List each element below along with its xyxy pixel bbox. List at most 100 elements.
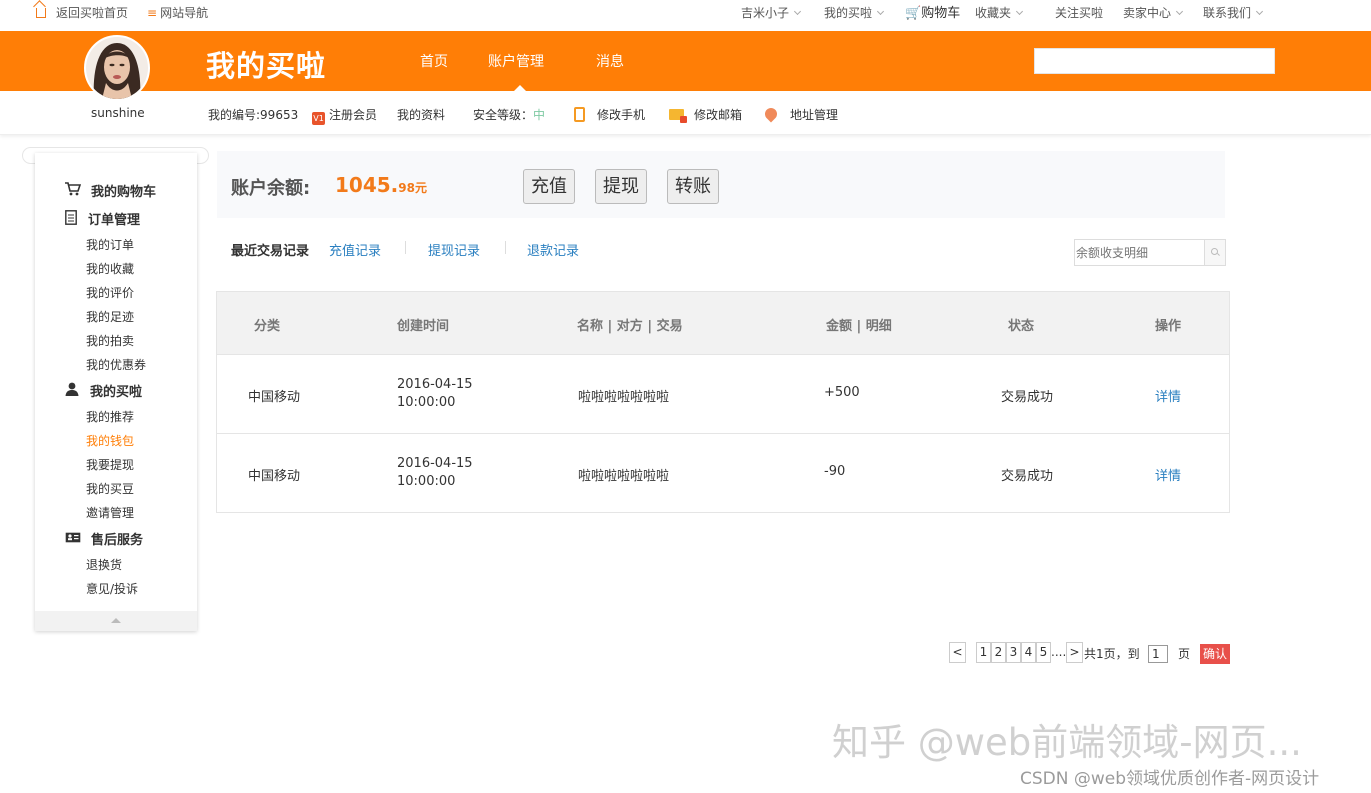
sidebar-group-aftersale[interactable]: 售后服务 — [65, 529, 143, 548]
brand-title: 我的买啦 — [206, 49, 327, 83]
cart-icon: 🛒 — [905, 6, 922, 21]
sidebar-group-cart[interactable]: 我的购物车 — [65, 181, 156, 200]
address-link[interactable]: 地址管理 — [762, 105, 838, 123]
cell-time: 2016-04-15 10:00:00 — [397, 456, 473, 489]
pagination-page-input[interactable]: 1 — [1148, 645, 1168, 663]
sidebar-item-coupons[interactable]: 我的优惠券 — [86, 356, 146, 373]
cell-name: 啦啦啦啦啦啦啦 — [578, 390, 670, 405]
sidebar-item-orders[interactable]: 我的订单 — [86, 236, 134, 253]
main-header: 我的买啦 首页 账户管理 消息 — [0, 31, 1371, 91]
sidebar-item-withdraw[interactable]: 我要提现 — [86, 456, 134, 473]
records-search-input[interactable] — [1075, 240, 1205, 265]
nav-home[interactable]: 首页 — [420, 51, 448, 71]
watermark-sub: CSDN @web领域优质创作者-网页设计 — [1020, 769, 1320, 789]
table-row: 中国移动 2016-04-15 10:00:00 啦啦啦啦啦啦啦 -90 交易成功… — [217, 434, 1229, 513]
sidebar-item-footprint[interactable]: 我的足迹 — [86, 308, 134, 325]
username: sunshine — [91, 106, 145, 120]
nav-account[interactable]: 账户管理 — [488, 51, 544, 71]
table-row: 中国移动 2016-04-15 10:00:00 啦啦啦啦啦啦啦 +500 交易成… — [217, 355, 1229, 434]
column-header-category: 分类 — [254, 319, 281, 334]
header-search-input[interactable] — [1034, 48, 1275, 74]
balance-panel: 账户余额: 1045.98元 充值 提现 转账 — [217, 151, 1225, 218]
sidebar-item-complaint[interactable]: 意见/投诉 — [86, 580, 138, 597]
sidebar-item-returns[interactable]: 退换货 — [86, 556, 122, 573]
cell-time: 2016-04-15 10:00:00 — [397, 377, 473, 410]
seller-center-menu[interactable]: 卖家中心 — [1123, 0, 1184, 26]
avatar[interactable] — [84, 35, 150, 101]
change-email-link[interactable]: 修改邮箱 — [669, 106, 742, 123]
nav-messages[interactable]: 消息 — [596, 51, 624, 71]
watermark-main: 知乎 @web前端领域-网页... — [832, 721, 1302, 764]
cart-icon — [65, 182, 81, 196]
balance-label: 账户余额: — [231, 178, 311, 199]
sidebar-item-invite[interactable]: 邀请管理 — [86, 504, 134, 521]
profile-bar: sunshine 我的编号:99653 V1 注册会员 我的资料 安全等级：中 修… — [0, 91, 1371, 135]
pagination-page-4[interactable]: 4 — [1021, 642, 1036, 663]
pagination-total: 共1页，到 — [1084, 647, 1140, 661]
column-header-time: 创建时间 — [397, 319, 450, 334]
favorites-menu[interactable]: 收藏夹 — [975, 0, 1024, 26]
pagination-next[interactable]: > — [1066, 642, 1083, 663]
cell-name: 啦啦啦啦啦啦啦 — [578, 469, 670, 484]
register-member-link[interactable]: V1 注册会员 — [312, 106, 377, 125]
records-search — [1074, 239, 1226, 266]
search-icon[interactable] — [1204, 240, 1225, 265]
tab-recharge-records[interactable]: 充值记录 — [329, 240, 381, 259]
sidebar-item-recommend[interactable]: 我的推荐 — [86, 408, 134, 425]
sidebar-item-wallet[interactable]: 我的钱包 — [86, 432, 134, 449]
sidebar-item-beans[interactable]: 我的买豆 — [86, 480, 134, 497]
contact-menu[interactable]: 联系我们 — [1203, 0, 1264, 26]
tab-withdraw-records[interactable]: 提现记录 — [428, 240, 480, 259]
chevron-down-icon — [1175, 7, 1184, 16]
details-link[interactable]: 详情 — [1155, 386, 1181, 405]
menu-icon: ≡ — [147, 6, 158, 20]
chevron-up-icon — [111, 618, 121, 623]
pagination-prev[interactable]: < — [949, 642, 966, 663]
my-info-link[interactable]: 我的资料 — [397, 106, 445, 123]
tab-divider — [405, 241, 406, 254]
pagination-page-3[interactable]: 3 — [1006, 642, 1021, 663]
recharge-button[interactable]: 充值 — [523, 169, 575, 204]
change-phone-link[interactable]: 修改手机 — [574, 106, 645, 123]
cart-link[interactable]: 🛒购物车 — [905, 0, 960, 26]
balance-amount: 1045.98元 — [335, 173, 427, 197]
transfer-button[interactable]: 转账 — [667, 169, 719, 204]
details-link[interactable]: 详情 — [1155, 465, 1181, 484]
site-nav-link[interactable]: ≡ 网站导航 — [147, 0, 208, 26]
my-account-menu[interactable]: 我的买啦 — [824, 0, 885, 26]
cell-category: 中国移动 — [248, 390, 301, 405]
tab-recent-transactions[interactable]: 最近交易记录 — [231, 240, 309, 259]
sidebar-group-mymaila[interactable]: 我的买啦 — [65, 381, 142, 400]
sidebar-collapse[interactable] — [35, 611, 197, 631]
table-header: 分类 创建时间 名称 | 对方 | 交易 金额 | 明细 状态 操作 — [217, 292, 1229, 355]
withdraw-button[interactable]: 提现 — [595, 169, 647, 204]
member-id: 我的编号:99653 — [208, 108, 299, 122]
home-link[interactable]: 返回买啦首页 — [36, 0, 128, 26]
pagination-page-2[interactable]: 2 — [991, 642, 1006, 663]
pagination-unit: 页 — [1178, 647, 1191, 661]
sidebar-item-reviews[interactable]: 我的评价 — [86, 284, 134, 301]
mail-icon — [669, 109, 687, 123]
cell-status: 交易成功 — [1001, 390, 1054, 405]
column-header-status: 状态 — [1008, 319, 1035, 334]
sidebar-item-favorites[interactable]: 我的收藏 — [86, 260, 134, 277]
pagination-confirm-button[interactable]: 确认 — [1200, 644, 1230, 664]
user-icon — [65, 382, 79, 396]
sidebar-group-orders[interactable]: 订单管理 — [65, 209, 140, 228]
vip-badge: V1 — [312, 112, 325, 125]
follow-link[interactable]: 关注买啦 — [1055, 0, 1103, 26]
transactions-table: 分类 创建时间 名称 | 对方 | 交易 金额 | 明细 状态 操作 中国移动 … — [216, 291, 1230, 513]
tab-refund-records[interactable]: 退款记录 — [527, 240, 579, 259]
pagination-page-1[interactable]: 1 — [976, 642, 991, 663]
user-menu[interactable]: 吉米小子 — [741, 0, 802, 26]
location-pin-icon — [762, 105, 780, 123]
cell-amount: +500 — [824, 385, 860, 400]
chevron-down-icon — [793, 7, 802, 16]
cell-status: 交易成功 — [1001, 469, 1054, 484]
chevron-down-icon — [1255, 7, 1264, 16]
sidebar-item-auction[interactable]: 我的拍卖 — [86, 332, 134, 349]
document-icon — [65, 210, 77, 225]
phone-icon — [574, 107, 585, 122]
pagination-page-5[interactable]: 5 — [1036, 642, 1051, 663]
tab-divider — [505, 241, 506, 254]
